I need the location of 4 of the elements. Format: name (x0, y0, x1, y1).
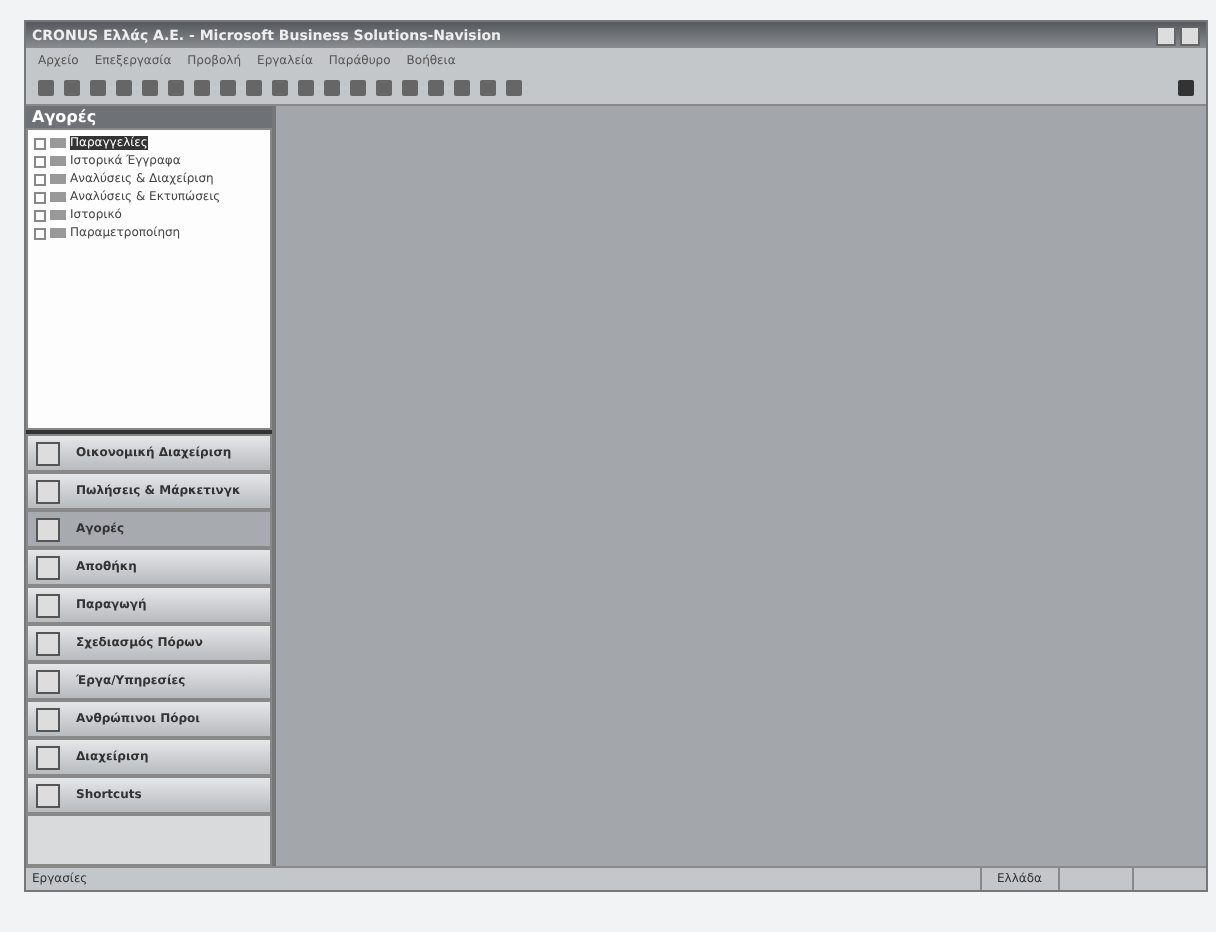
minimize-button[interactable] (1156, 25, 1176, 45)
pane-title: Αγορές (26, 106, 272, 128)
close-button[interactable] (1180, 25, 1200, 45)
toolbar-icon[interactable] (1178, 80, 1194, 96)
